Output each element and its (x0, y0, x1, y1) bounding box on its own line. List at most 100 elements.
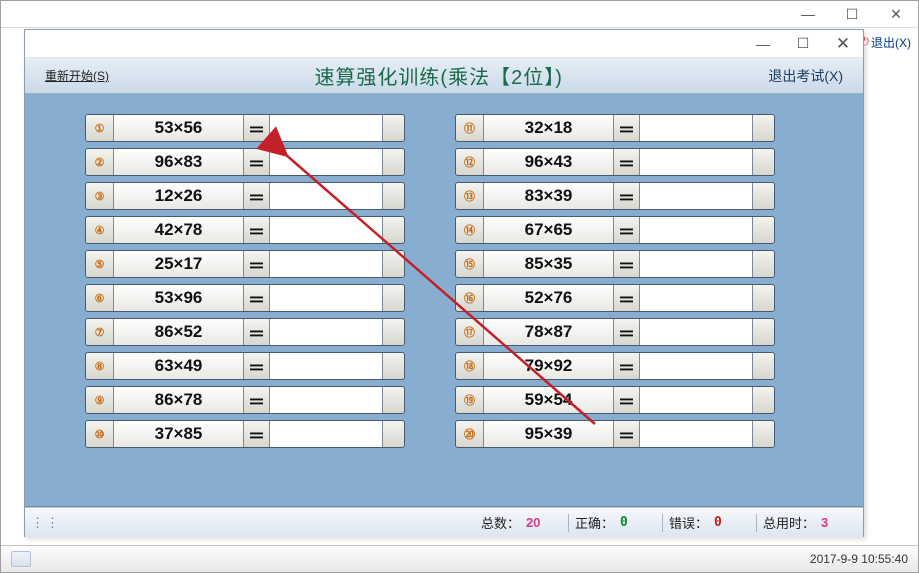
problem-expression: 37×85 (114, 421, 244, 447)
row-end (752, 251, 774, 277)
answer-input[interactable] (640, 387, 752, 413)
inner-maximize-button[interactable]: ☐ (783, 30, 823, 58)
row-end (752, 387, 774, 413)
problem-number: ② (86, 149, 114, 175)
answer-input[interactable] (270, 183, 382, 209)
answer-input[interactable] (270, 285, 382, 311)
equals-sign: ＝ (614, 183, 640, 209)
problem-expression: 25×17 (114, 251, 244, 277)
answer-input[interactable] (270, 251, 382, 277)
outer-maximize-button[interactable]: ☐ (830, 1, 874, 28)
answer-input[interactable] (270, 115, 382, 141)
problem-expression: 79×92 (484, 353, 614, 379)
answer-input[interactable] (640, 285, 752, 311)
total-label: 总数： (481, 513, 520, 532)
equals-sign: ＝ (244, 319, 270, 345)
circled-number: ② (95, 156, 105, 169)
problem-row: ⑮85×35＝ (455, 250, 775, 278)
problem-expression: 52×76 (484, 285, 614, 311)
problem-column-right: ⑪32×18＝⑫96×43＝⑬83×39＝⑭67×65＝⑮85×35＝⑯52×7… (455, 114, 775, 448)
answer-input[interactable] (270, 387, 382, 413)
problem-number: ⑩ (86, 421, 114, 447)
taskbar: 2017-9-9 10:55:40 (1, 545, 918, 572)
correct-value: 0 (620, 515, 656, 530)
answer-cell (270, 319, 382, 345)
answer-input[interactable] (640, 319, 752, 345)
answer-input[interactable] (640, 183, 752, 209)
problem-number: ⑧ (86, 353, 114, 379)
problem-expression: 42×78 (114, 217, 244, 243)
inner-window: — ☐ ✕ 重新开始(S) 速算强化训练(乘法【2位】) 退出考试(X) ①53… (24, 29, 864, 537)
equals-sign: ＝ (244, 353, 270, 379)
problem-row: ⑪32×18＝ (455, 114, 775, 142)
answer-input[interactable] (640, 149, 752, 175)
answer-cell (640, 115, 752, 141)
wrong-value: 0 (714, 515, 750, 530)
circled-number: ① (95, 122, 105, 135)
exit-exam-button[interactable]: 退出考试(X) (768, 66, 843, 86)
row-end (752, 115, 774, 141)
answer-input[interactable] (640, 251, 752, 277)
row-end (382, 149, 404, 175)
inner-minimize-button[interactable]: — (743, 30, 783, 58)
status-bar: ⋮⋮ 总数： 20 正确： 0 错误： 0 总用时： 3 (25, 507, 863, 537)
circled-number: ⑩ (95, 428, 105, 441)
problem-expression: 12×26 (114, 183, 244, 209)
answer-input[interactable] (640, 353, 752, 379)
answer-input[interactable] (270, 319, 382, 345)
problem-number: ⑤ (86, 251, 114, 277)
time-label: 总用时： (763, 513, 815, 532)
problem-expression: 96×83 (114, 149, 244, 175)
exit-app-label: 退出(X) (871, 34, 911, 51)
exit-app-link[interactable]: ⏻ 退出(X) (860, 34, 911, 51)
problem-number: ⑰ (456, 319, 484, 345)
circled-number: ⑬ (464, 188, 475, 204)
circled-number: ⑤ (95, 258, 105, 271)
answer-input[interactable] (270, 353, 382, 379)
problem-expression: 53×96 (114, 285, 244, 311)
answer-input[interactable] (640, 421, 752, 447)
answer-input[interactable] (640, 115, 752, 141)
problem-expression: 59×54 (484, 387, 614, 413)
equals-sign: ＝ (614, 251, 640, 277)
grip-icon: ⋮⋮ (31, 515, 61, 531)
equals-sign: ＝ (244, 251, 270, 277)
answer-cell (640, 353, 752, 379)
row-end (382, 183, 404, 209)
restart-button[interactable]: 重新开始(S) (45, 67, 109, 84)
problem-row: ⑬83×39＝ (455, 182, 775, 210)
answer-input[interactable] (270, 421, 382, 447)
inner-close-button[interactable]: ✕ (823, 30, 863, 58)
equals-sign: ＝ (614, 285, 640, 311)
problem-number: ④ (86, 217, 114, 243)
circled-number: ⑭ (464, 222, 475, 238)
problem-row: ①53×56＝ (85, 114, 405, 142)
problem-expression: 78×87 (484, 319, 614, 345)
circled-number: ⑲ (464, 392, 475, 408)
circled-number: ⑮ (464, 256, 475, 272)
problem-number: ⑥ (86, 285, 114, 311)
problem-expression: 86×52 (114, 319, 244, 345)
problem-number: ⑯ (456, 285, 484, 311)
equals-sign: ＝ (614, 421, 640, 447)
problem-row: ⑧63×49＝ (85, 352, 405, 380)
equals-sign: ＝ (244, 183, 270, 209)
row-end (382, 387, 404, 413)
problem-row: ⑯52×76＝ (455, 284, 775, 312)
problem-row: ⑩37×85＝ (85, 420, 405, 448)
work-area: ①53×56＝②96×83＝③12×26＝④42×78＝⑤25×17＝⑥53×9… (25, 94, 863, 507)
answer-input[interactable] (640, 217, 752, 243)
problem-expression: 67×65 (484, 217, 614, 243)
taskbar-icon[interactable] (11, 551, 31, 567)
problem-row: ⑳95×39＝ (455, 420, 775, 448)
circled-number: ⑧ (95, 360, 105, 373)
answer-input[interactable] (270, 149, 382, 175)
equals-sign: ＝ (614, 353, 640, 379)
answer-cell (270, 285, 382, 311)
correct-label: 正确： (575, 513, 614, 532)
circled-number: ⑪ (464, 120, 475, 136)
answer-input[interactable] (270, 217, 382, 243)
answer-cell (270, 115, 382, 141)
outer-minimize-button[interactable]: — (786, 1, 830, 28)
outer-close-button[interactable]: ✕ (874, 1, 918, 28)
